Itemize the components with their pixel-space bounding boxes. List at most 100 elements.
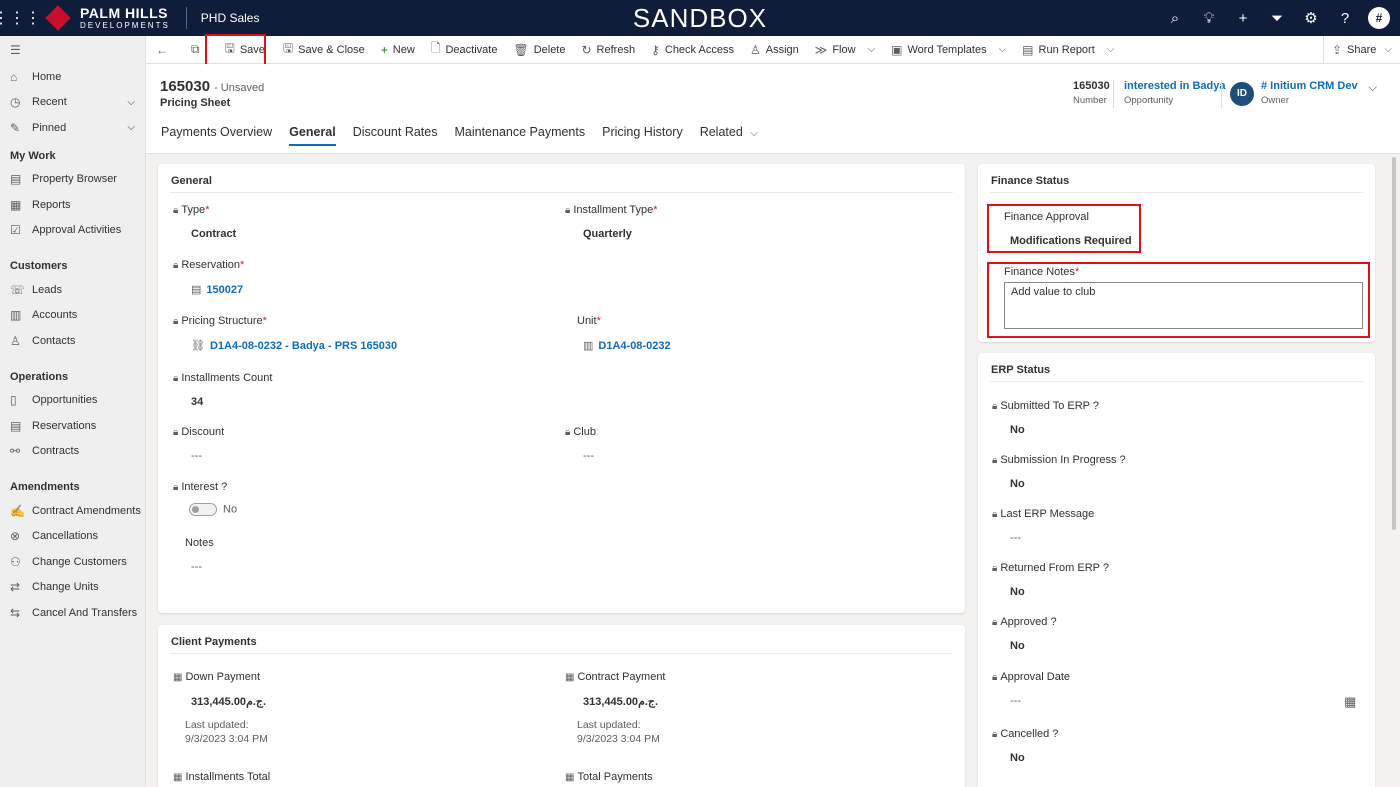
help-icon[interactable]: ?	[1328, 10, 1362, 27]
sidebar-item-contract-amendments[interactable]: ✍ Contract Amendments	[0, 498, 145, 524]
tab-general[interactable]: General	[289, 125, 336, 146]
sidebar-item-contracts[interactable]: ⚯ Contracts	[0, 439, 145, 465]
word-icon: ▣	[891, 42, 903, 57]
vertical-scrollbar[interactable]	[1392, 157, 1396, 530]
user-avatar[interactable]: #	[1368, 7, 1390, 29]
clock-icon: ◷	[10, 95, 21, 110]
header-owner-field: # Initium CRM Dev Owner	[1261, 80, 1358, 106]
search-icon[interactable]: ⌕	[1158, 10, 1192, 27]
save-close-button[interactable]: 🖫 Save & Close	[275, 36, 373, 64]
sidebar-item-property-browser[interactable]: ▤ Property Browser	[0, 167, 145, 193]
lock-icon: 🔒︎	[173, 204, 179, 216]
opportunity-link[interactable]: interested in Badya	[1124, 80, 1225, 92]
delete-button[interactable]: 🗑 Delete	[505, 36, 573, 64]
key-icon: ⚷	[651, 42, 660, 57]
check-access-button[interactable]: ⚷ Check Access	[643, 36, 742, 64]
chevron-down-icon[interactable]: ⌵	[127, 122, 135, 133]
down-payment-updated: 9/3/2023 3:04 PM	[185, 733, 268, 745]
lock-icon: 🔒︎	[992, 671, 998, 683]
app-name[interactable]: PHD Sales	[201, 11, 260, 25]
sidebar-item-cancellations[interactable]: ⊗ Cancellations	[0, 524, 145, 550]
header-expand-chevron-icon[interactable]: ⌵	[1368, 80, 1377, 95]
filter-icon[interactable]: ⏷	[1260, 10, 1294, 27]
sidebar-item-cancel-and-transfers[interactable]: ⇆ Cancel And Transfers	[0, 600, 145, 626]
run-report-button[interactable]: ▤ Run Report ⌵	[1014, 36, 1122, 64]
lightbulb-icon[interactable]: 💡︎	[1192, 10, 1226, 27]
notes-value[interactable]: ---	[191, 561, 214, 573]
club-value[interactable]: ---	[583, 450, 596, 462]
sidebar-item-leads[interactable]: ☏ Leads	[0, 277, 145, 303]
client-payments-title: Client Payments	[171, 636, 257, 648]
share-icon: ⇪	[1331, 42, 1343, 57]
flow-button[interactable]: ≫ Flow ⌵	[807, 36, 883, 64]
gear-icon[interactable]: ⚙	[1294, 9, 1328, 27]
pin-icon: ✎	[10, 120, 21, 135]
tab-related[interactable]: Related ⌵	[700, 125, 758, 146]
interest-toggle[interactable]	[189, 503, 217, 516]
hamburger-menu-icon[interactable]: ☰	[0, 36, 145, 64]
installment-type-value[interactable]: Quarterly	[583, 228, 658, 240]
chevron-down-icon: ⌵	[998, 44, 1007, 55]
calendar-icon[interactable]: ▦	[1344, 694, 1356, 710]
submission-in-progress-field: 🔒︎ Submission In Progress ? No	[992, 454, 1126, 490]
sidebar-item-pinned[interactable]: ✎ Pinned ⌵	[0, 115, 145, 141]
tab-maintenance-payments[interactable]: Maintenance Payments	[454, 125, 585, 146]
word-templates-button[interactable]: ▣ Word Templates ⌵	[883, 36, 1014, 64]
installments-count-value[interactable]: 34	[191, 396, 272, 408]
owner-link[interactable]: # Initium CRM Dev	[1261, 80, 1358, 92]
tab-discount-rates[interactable]: Discount Rates	[353, 125, 438, 146]
down-payment-value: 313,445.00ج.م.	[191, 696, 267, 708]
reservation-link[interactable]: ▤ 150027	[191, 283, 244, 297]
finance-notes-highlight	[987, 262, 1370, 338]
pricing-structure-link[interactable]: ⛓ D1A4-08-0232 - Badya - PRS 165030	[191, 339, 397, 353]
handshake-icon: ⚯	[10, 444, 21, 459]
sidebar-item-recent[interactable]: ◷ Recent ⌵	[0, 90, 145, 116]
unit-link[interactable]: ▥ D1A4-08-0232	[583, 339, 671, 353]
brand-logo[interactable]: PALM HILLS DEVELOPMENTS	[44, 4, 170, 32]
assign-button[interactable]: ♙ Assign	[742, 36, 807, 64]
chevron-down-icon[interactable]: ⌵	[127, 97, 135, 108]
check-icon: ☑	[10, 223, 21, 238]
new-button[interactable]: + New	[373, 36, 423, 64]
installment-type-field: 🔒︎ Installment Type * Quarterly	[565, 204, 658, 240]
sidebar-item-opportunities[interactable]: ▯ Opportunities	[0, 388, 145, 414]
discount-value[interactable]: ---	[191, 450, 224, 462]
lock-icon: 🔒︎	[992, 728, 998, 740]
sidebar-item-approval-activities[interactable]: ☑ Approval Activities	[0, 218, 145, 244]
type-field: 🔒︎ Type * Contract	[173, 204, 237, 240]
sidebar-item-contacts[interactable]: ♙ Contacts	[0, 328, 145, 354]
plus-icon[interactable]: +	[1226, 10, 1260, 27]
type-value[interactable]: Contract	[191, 228, 236, 240]
sidebar-item-change-units[interactable]: ⇄ Change Units	[0, 575, 145, 601]
sidebar-item-reports[interactable]: ▦ Reports	[0, 192, 145, 218]
tab-payments-overview[interactable]: Payments Overview	[161, 125, 272, 146]
client-payments-section: Client Payments ▦ Down Payment 313,445.00…	[158, 625, 965, 787]
report-icon: ▦	[10, 197, 22, 212]
chevron-down-icon: ⌵	[867, 44, 876, 55]
lock-icon: 🔒︎	[173, 481, 179, 493]
share-button[interactable]: ⇪ Share ⌵	[1324, 36, 1400, 64]
tab-pricing-history[interactable]: Pricing History	[602, 125, 683, 146]
sidebar-item-accounts[interactable]: ▥ Accounts	[0, 303, 145, 329]
sidebar-item-change-customers[interactable]: ⚇ Change Customers	[0, 549, 145, 575]
plus-icon: +	[380, 42, 388, 57]
sidebar-group-customers: Customers	[10, 260, 68, 272]
arrow-left-icon: ←	[156, 42, 168, 57]
club-field: 🔒︎ Club ---	[565, 426, 596, 462]
tag-icon: ⛓	[191, 340, 205, 352]
sidebar-item-reservations[interactable]: ▤ Reservations	[0, 413, 145, 439]
sidebar-group-my-work: My Work	[10, 149, 56, 162]
lock-icon: 🔒︎	[992, 508, 998, 520]
refresh-button[interactable]: ↻ Refresh	[573, 36, 643, 64]
record-entity: Pricing Sheet	[160, 97, 231, 109]
back-button[interactable]: ←	[146, 36, 183, 64]
chevron-down-icon: ⌵	[750, 128, 758, 139]
app-launcher-icon[interactable]: ⋮⋮⋮	[0, 0, 41, 36]
approval-date-field: 🔒︎ Approval Date ---	[992, 671, 1071, 707]
deactivate-button[interactable]: 🗋 Deactivate	[423, 36, 506, 64]
lock-icon: 🔒︎	[565, 426, 571, 438]
interest-field: 🔒︎ Interest ? No	[173, 481, 238, 516]
cancel-circle-icon: ⊗	[10, 529, 21, 544]
down-payment-field: ▦ Down Payment 313,445.00ج.م. Last update…	[173, 671, 268, 745]
sidebar-item-home[interactable]: ⌂ Home	[0, 64, 145, 90]
